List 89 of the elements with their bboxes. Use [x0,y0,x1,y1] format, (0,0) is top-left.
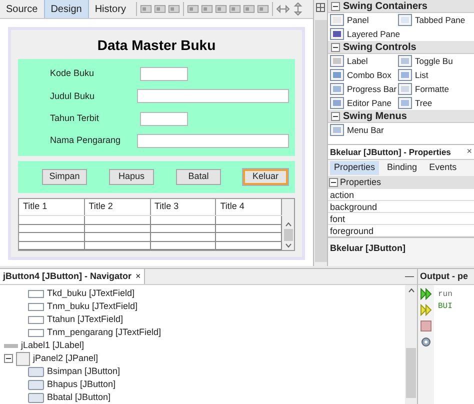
property-name[interactable]: action [328,189,474,201]
navigator-node[interactable]: Bsimpan [JButton] [47,364,120,378]
collapse-icon[interactable] [331,2,340,10]
form-button[interactable]: Batal [176,169,221,185]
form-button[interactable]: Simpan [42,169,87,185]
editor-tab[interactable]: Design [44,0,89,18]
grid-icon[interactable] [316,3,325,12]
form-title: Data Master Buku [96,36,217,54]
text-field-icon [28,316,44,324]
navigator-node[interactable]: jPanel2 [JPanel] [33,352,98,366]
text-field[interactable] [137,89,289,104]
palette-section-header[interactable]: Swing Menus [328,110,474,123]
collapse-icon[interactable] [4,354,13,363]
field-label: Tahun Terbit [50,112,100,125]
settings-icon[interactable] [420,336,432,348]
navigator-node[interactable]: Ttahun [JTextField] [47,312,124,326]
panel-icon [16,352,30,366]
properties-tab[interactable]: Events [425,161,461,175]
palette-item[interactable]: Panel [330,13,398,27]
button-icon [28,380,44,390]
collapse-icon[interactable] [329,178,338,187]
field-label: Nama Pengarang [50,134,122,148]
palette-scrollbar[interactable] [314,20,326,262]
text-field-icon [28,290,44,298]
palette-section-header[interactable]: Swing Containers [328,0,474,13]
output-line: run [438,289,452,301]
palette-item[interactable]: Toggle Bu [398,54,474,68]
scroll-down-icon[interactable] [284,243,292,248]
table-scrollbar[interactable] [282,199,294,250]
output-line: BUI [438,301,452,313]
text-field-icon [28,328,44,336]
scroll-up-icon[interactable] [284,222,292,227]
navigator-node[interactable]: Bhapus [JButton] [47,378,116,392]
palette-item[interactable]: Formatte [398,82,474,96]
palette-item[interactable]: Menu Bar [330,123,398,137]
form-button[interactable]: Keluar [243,169,288,185]
property-name[interactable]: background [328,201,474,213]
form-button[interactable]: Hapus [109,169,154,185]
navigator-node[interactable]: jLabel1 [JLabel] [21,338,84,352]
palette-item[interactable]: Progress Bar [330,82,398,96]
palette-item[interactable]: Editor Pane [330,96,398,110]
palette-item[interactable]: List [398,68,474,82]
palette-section-header[interactable]: Swing Controls [328,41,474,54]
field-label: Judul Buku [50,90,96,103]
panel-title: Bkeluar [JButton] - Properties [330,146,452,158]
section-title: Swing Menus [343,110,407,124]
navigator-node[interactable]: Tnm_pengarang [JTextField] [47,326,162,340]
output-tab[interactable]: Output - pe [418,269,474,285]
scroll-up-icon[interactable] [408,288,414,293]
editor-tab[interactable]: Source [0,0,44,18]
navigator-node[interactable]: Tkd_buku [JTextField] [47,286,135,300]
editor-tab[interactable]: History [88,0,132,18]
palette-item[interactable]: Tree [398,96,474,110]
navigator-node[interactable]: Tnm_buku [JTextField] [47,300,138,314]
navigator-tab[interactable]: jButton4 [JButton] - Navigator × [0,269,145,284]
text-field[interactable] [140,67,188,82]
section-title: Swing Containers [343,0,428,14]
property-name[interactable]: font [328,213,474,225]
field-label: Kode Buku [50,67,96,80]
run-icon[interactable] [420,288,432,300]
column-header[interactable]: Title 1 [19,199,85,215]
palette-item[interactable]: Combo Box [330,68,398,82]
navigator-node[interactable]: Bbatal [JButton] [47,390,111,404]
button-icon [28,366,44,376]
rerun-icon[interactable] [420,304,432,316]
property-description: Bkeluar [JButton] [328,237,474,256]
stop-icon[interactable] [420,320,432,332]
text-field-icon [28,302,44,310]
palette-item[interactable]: Layered Pane [330,27,398,41]
section-title: Swing Controls [343,40,416,54]
properties-tab[interactable]: Properties [330,161,380,175]
properties-tab[interactable]: Binding [383,161,422,175]
text-field[interactable] [140,112,188,126]
vertical-resize-icon[interactable] [292,2,303,16]
column-header[interactable]: Title 2 [84,199,150,215]
button-icon [28,392,44,402]
horizontal-resize-icon[interactable] [276,4,290,14]
collapse-icon[interactable] [331,42,340,52]
navigator-scrollbar[interactable] [405,285,417,404]
close-button[interactable]: × [466,145,472,159]
collapse-icon[interactable] [331,112,340,120]
palette-item[interactable]: Label [330,54,398,68]
minimize-button[interactable]: — [402,270,417,284]
column-header[interactable]: Title 3 [150,199,216,215]
label-icon [4,342,18,348]
text-field[interactable] [137,134,289,148]
property-name[interactable]: foreground [328,225,474,237]
palette-item[interactable]: Tabbed Pane [398,13,474,27]
section-title: Properties [340,176,382,189]
